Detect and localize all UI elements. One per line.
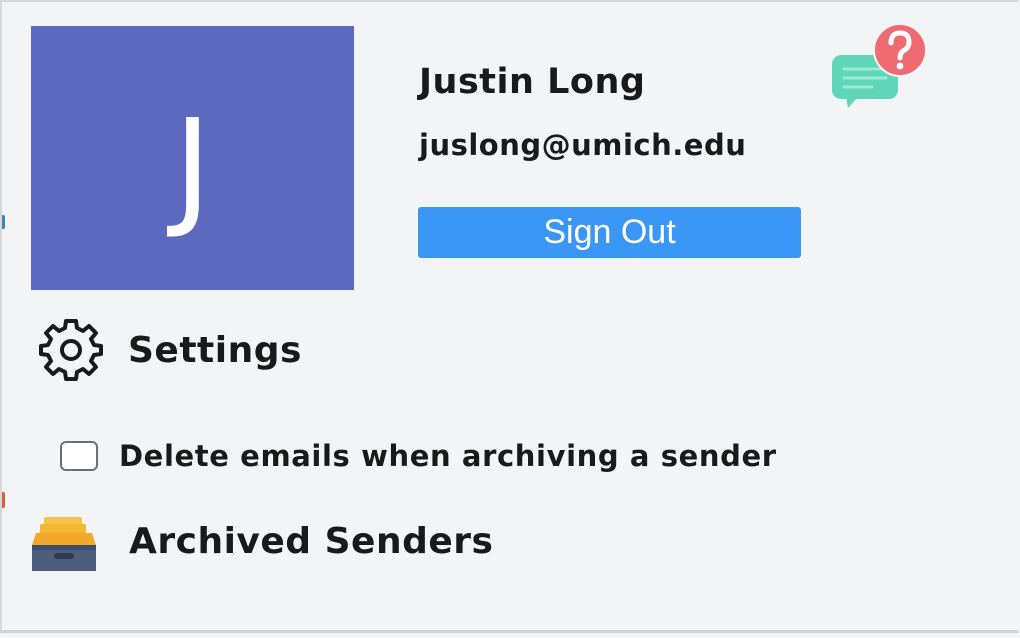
- avatar-initial: J: [173, 93, 212, 242]
- edge-accent-red: [2, 492, 5, 508]
- edge-accent-blue: [2, 215, 5, 229]
- gear-icon: [39, 319, 103, 381]
- user-name: Justin Long: [419, 62, 646, 102]
- avatar: J: [31, 26, 354, 290]
- sign-out-button[interactable]: Sign Out: [418, 207, 801, 258]
- archived-senders-label: Archived Senders: [129, 520, 494, 562]
- delete-on-archive-option: Delete emails when archiving a sender: [60, 435, 777, 477]
- user-email: juslong@umich.edu: [419, 128, 747, 162]
- settings-label: Settings: [128, 329, 302, 371]
- help-chat-icon[interactable]: [830, 23, 934, 108]
- account-popup: J Justin Long juslong@umich.edu Sign Out…: [0, 0, 1018, 633]
- delete-on-archive-checkbox[interactable]: [60, 441, 98, 471]
- archived-senders-link[interactable]: Archived Senders: [30, 510, 493, 572]
- archive-box-icon: [32, 517, 96, 571]
- settings-link[interactable]: Settings: [36, 318, 302, 382]
- delete-on-archive-label[interactable]: Delete emails when archiving a sender: [119, 439, 777, 473]
